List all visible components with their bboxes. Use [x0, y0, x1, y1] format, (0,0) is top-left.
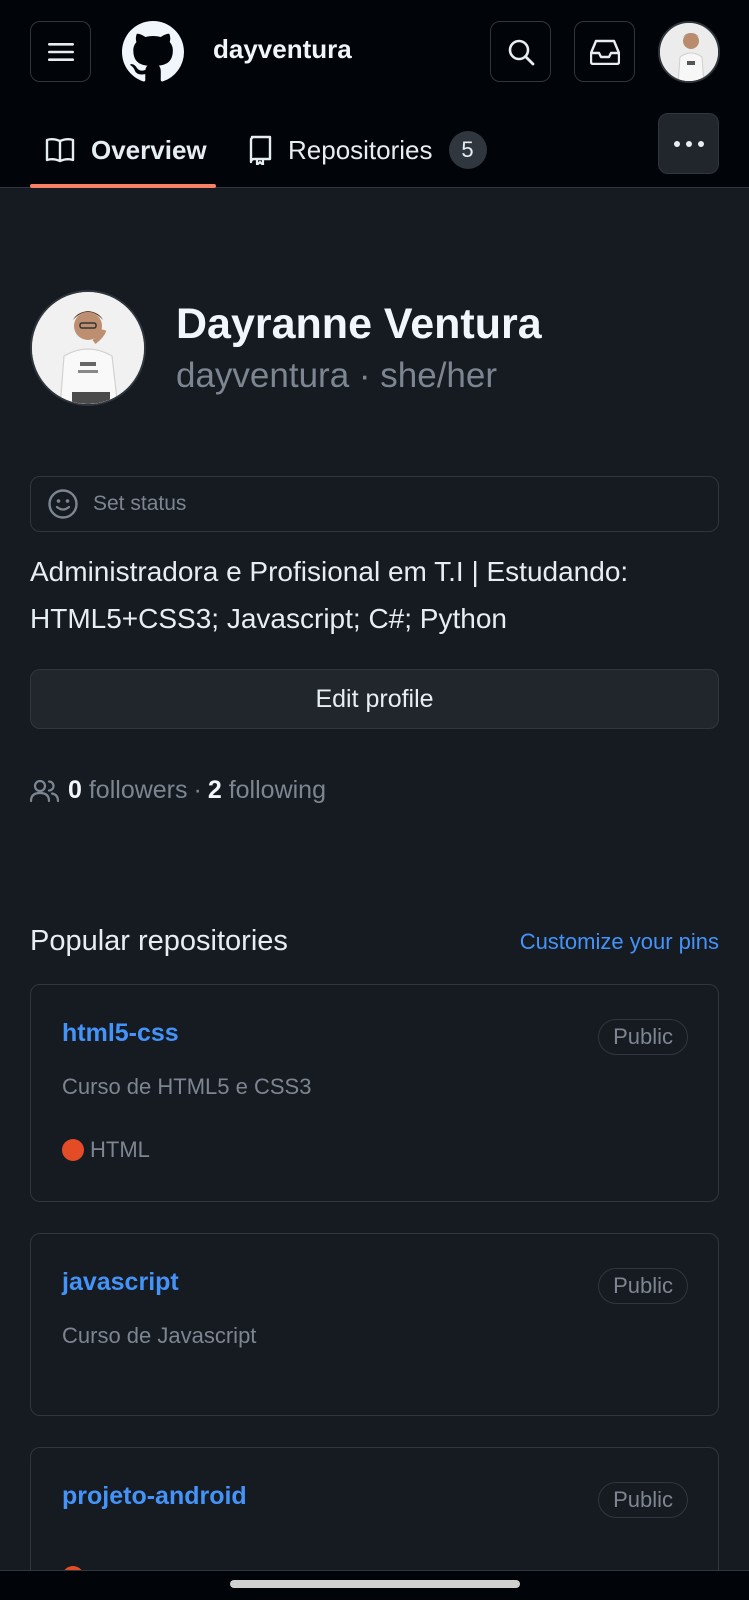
hamburger-icon [47, 42, 74, 61]
navigation-gesture-bar [0, 1570, 749, 1600]
set-status-label: Set status [93, 492, 187, 515]
repo-name-link[interactable]: javascript [62, 1268, 179, 1297]
avatar-photo-icon [660, 23, 718, 81]
search-button[interactable] [490, 21, 551, 82]
repo-language-label: HTML [90, 1137, 150, 1162]
github-logo-icon[interactable] [122, 21, 184, 83]
more-options-button[interactable] [658, 113, 719, 174]
repo-card: javascript Public Curso de Javascript [30, 1233, 719, 1416]
search-icon [508, 39, 534, 65]
user-avatar[interactable] [658, 21, 720, 83]
header-username: dayventura [213, 34, 352, 64]
repo-card: html5-css Public Curso de HTML5 e CSS3 H… [30, 984, 719, 1202]
top-header: dayventura Overview Repositories 5 [0, 0, 749, 188]
repositories-count-badge: 5 [448, 131, 487, 169]
profile-full-name: Dayranne Ventura [176, 300, 542, 348]
customize-pins-link[interactable]: Customize your pins [520, 929, 719, 955]
profile-handle-pronouns: dayventura · she/her [176, 356, 498, 395]
repo-visibility-badge: Public [598, 1019, 688, 1055]
set-status-button[interactable]: Set status [30, 476, 719, 532]
profile-bio: Administradora e Profisional em T.I | Es… [30, 548, 730, 642]
repo-description: Curso de HTML5 e CSS3 [62, 1074, 312, 1099]
tab-overview[interactable]: Overview [45, 112, 207, 188]
bio-line-2: HTML5+CSS3; Javascript; C#; Python [30, 603, 507, 634]
repo-name-link[interactable]: html5-css [62, 1019, 179, 1048]
followers-count: 0 [68, 776, 82, 804]
menu-button[interactable] [30, 21, 91, 82]
repo-visibility-badge: Public [598, 1482, 688, 1518]
repo-visibility-badge: Public [598, 1268, 688, 1304]
separator-dot: · [193, 776, 202, 804]
bio-line-1: Administradora e Profisional em T.I | Es… [30, 556, 629, 587]
tab-overview-label: Overview [91, 134, 207, 165]
following-label: following [228, 776, 326, 804]
profile-avatar[interactable] [30, 290, 146, 406]
following-link[interactable]: 2 following [208, 776, 326, 805]
active-tab-underline [30, 184, 216, 188]
repo-icon [248, 135, 272, 165]
people-icon [30, 779, 60, 803]
inbox-button[interactable] [574, 21, 635, 82]
follow-stats: 0 followers · 2 following [30, 776, 326, 805]
home-gesture-pill[interactable] [230, 1580, 520, 1588]
inbox-icon [589, 39, 620, 65]
repo-name-link[interactable]: projeto-android [62, 1482, 247, 1511]
language-color-dot [62, 1139, 84, 1161]
kebab-horizontal-icon [673, 140, 704, 147]
avatar-photo-icon [32, 292, 144, 404]
repo-description: Curso de Javascript [62, 1323, 257, 1348]
following-count: 2 [207, 776, 222, 804]
edit-profile-button[interactable]: Edit profile [30, 669, 719, 729]
popular-repositories-heading: Popular repositories [30, 925, 288, 957]
tab-repositories[interactable]: Repositories 5 [248, 112, 487, 188]
repo-language: HTML [62, 1137, 150, 1163]
book-icon [45, 137, 75, 163]
followers-label: followers [88, 776, 188, 804]
tab-repositories-label: Repositories [288, 134, 433, 165]
followers-link[interactable]: 0 followers [68, 776, 188, 805]
smiley-icon [47, 488, 79, 520]
profile-tabs: Overview Repositories 5 [0, 112, 749, 188]
